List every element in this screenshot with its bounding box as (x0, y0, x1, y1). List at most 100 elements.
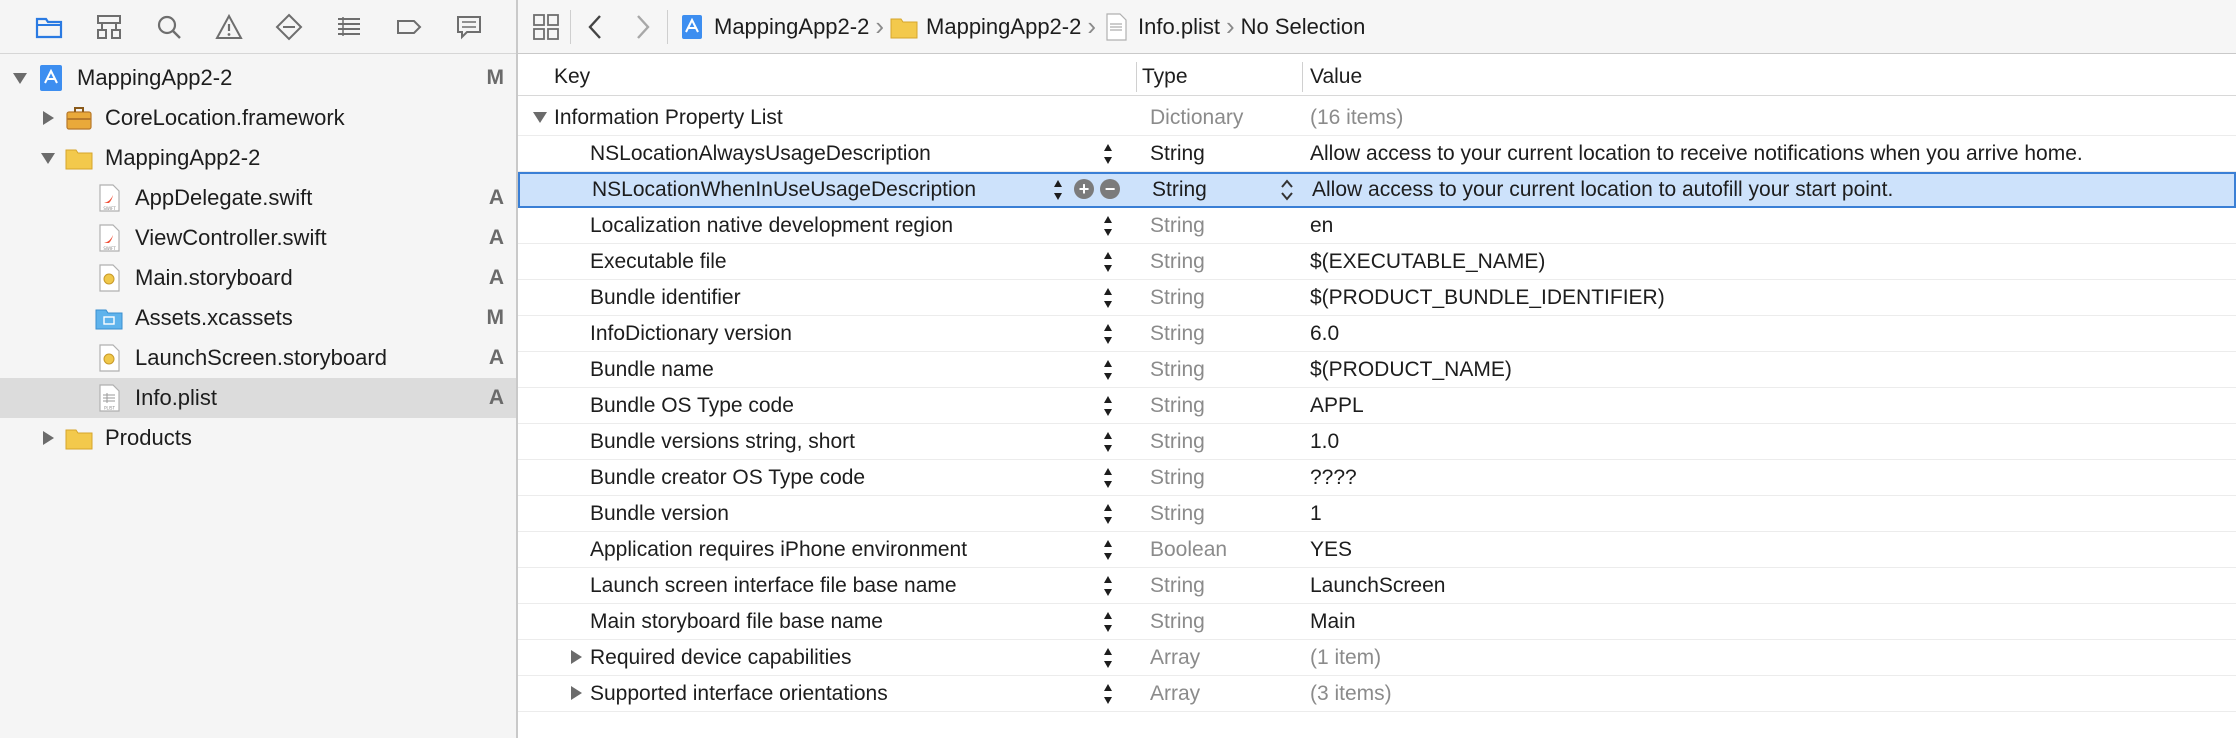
plist-row[interactable]: Bundle creator OS Type code String ???? (518, 460, 2236, 496)
column-divider[interactable] (1302, 62, 1303, 92)
plist-row[interactable]: Localization native development region S… (518, 208, 2236, 244)
plist-type[interactable]: String (1150, 502, 1205, 526)
plist-type[interactable]: String (1150, 394, 1205, 418)
remove-row-icon[interactable]: − (1100, 179, 1120, 199)
plist-value[interactable]: APPL (1310, 394, 1364, 418)
tree-item-group-mappingapp[interactable]: MappingApp2-2 (0, 138, 516, 178)
breakpoint-icon[interactable] (273, 11, 304, 42)
key-stepper-icon[interactable] (1102, 250, 1114, 274)
breadcrumb-group[interactable]: MappingApp2-2 (926, 14, 1081, 40)
plist-type[interactable]: String (1150, 142, 1205, 166)
hierarchy-icon[interactable] (93, 11, 124, 42)
plist-row[interactable]: NSLocationAlwaysUsageDescription String … (518, 136, 2236, 172)
plist-type[interactable]: String (1150, 322, 1205, 346)
plist-key[interactable]: Supported interface orientations (590, 682, 888, 706)
plist-key[interactable]: Executable file (590, 250, 727, 274)
key-stepper-icon[interactable] (1102, 358, 1114, 382)
key-stepper-icon[interactable] (1102, 214, 1114, 238)
key-stepper-icon[interactable] (1102, 682, 1114, 706)
plist-type[interactable]: String (1150, 430, 1205, 454)
plist-row-collapsed[interactable]: Supported interface orientations Array (… (518, 676, 2236, 712)
plist-row[interactable]: Application requires iPhone environment … (518, 532, 2236, 568)
plist-key[interactable]: NSLocationWhenInUseUsageDescription (592, 178, 976, 202)
key-stepper-icon[interactable] (1102, 610, 1114, 634)
breadcrumb-selection[interactable]: No Selection (1241, 14, 1366, 40)
tree-item-viewcontroller[interactable]: SWIFT ViewController.swift A (0, 218, 516, 258)
column-header-value[interactable]: Value (1310, 65, 1362, 89)
key-stepper-icon[interactable] (1102, 430, 1114, 454)
plist-type[interactable]: Boolean (1150, 538, 1227, 562)
key-stepper-icon[interactable] (1052, 178, 1064, 202)
plist-key[interactable]: Bundle identifier (590, 286, 741, 310)
plist-type[interactable]: String (1150, 610, 1205, 634)
plist-row[interactable]: InfoDictionary version String 6.0 (518, 316, 2236, 352)
key-stepper-icon[interactable] (1102, 646, 1114, 670)
plist-key[interactable]: Bundle versions string, short (590, 430, 855, 454)
tree-item-info-plist[interactable]: PLIST Info.plist A (0, 378, 516, 418)
key-stepper-icon[interactable] (1102, 286, 1114, 310)
tree-item-main-storyboard[interactable]: Main.storyboard A (0, 258, 516, 298)
plist-value[interactable]: YES (1310, 538, 1352, 562)
plist-type[interactable]: String (1152, 178, 1207, 202)
plist-key[interactable]: NSLocationAlwaysUsageDescription (590, 142, 931, 166)
plist-type[interactable]: String (1150, 214, 1205, 238)
comment-icon[interactable] (453, 11, 484, 42)
plist-key[interactable]: Bundle creator OS Type code (590, 466, 865, 490)
breadcrumb-project[interactable]: MappingApp2-2 (714, 14, 869, 40)
plist-row[interactable]: Bundle OS Type code String APPL (518, 388, 2236, 424)
plist-row[interactable]: Bundle version String 1 (518, 496, 2236, 532)
column-header-type[interactable]: Type (1142, 65, 1188, 89)
disclosure-closed-icon[interactable] (568, 684, 584, 702)
column-header-key[interactable]: Key (554, 65, 590, 89)
back-arrow-icon[interactable] (581, 10, 609, 44)
plist-row[interactable]: Bundle identifier String $(PRODUCT_BUNDL… (518, 280, 2236, 316)
key-stepper-icon[interactable] (1102, 574, 1114, 598)
plist-value[interactable]: ???? (1310, 466, 1357, 490)
column-divider[interactable] (1136, 62, 1137, 92)
disclosure-closed-icon[interactable] (40, 110, 56, 126)
plist-key[interactable]: Localization native development region (590, 214, 953, 238)
key-stepper-icon[interactable] (1102, 394, 1114, 418)
disclosure-open-icon[interactable] (12, 70, 28, 86)
key-stepper-icon[interactable] (1102, 142, 1114, 166)
plist-value[interactable]: LaunchScreen (1310, 574, 1445, 598)
plist-row-selected[interactable]: NSLocationWhenInUseUsageDescription + − … (518, 172, 2236, 208)
plist-value[interactable]: $(PRODUCT_NAME) (1310, 358, 1512, 382)
tree-item-corelocation-framework[interactable]: CoreLocation.framework (0, 98, 516, 138)
plist-value[interactable]: Allow access to your current location to… (1310, 142, 2083, 166)
plist-key[interactable]: Bundle name (590, 358, 714, 382)
plist-row[interactable]: Bundle versions string, short String 1.0 (518, 424, 2236, 460)
plist-type[interactable]: String (1150, 250, 1205, 274)
plist-value[interactable]: 6.0 (1310, 322, 1339, 346)
warning-icon[interactable] (213, 11, 244, 42)
key-stepper-icon[interactable] (1102, 322, 1114, 346)
plist-type[interactable]: String (1150, 286, 1205, 310)
tree-item-products[interactable]: Products (0, 418, 516, 458)
plist-type[interactable]: Array (1150, 646, 1200, 670)
plist-value[interactable]: 1.0 (1310, 430, 1339, 454)
tree-item-launchscreen[interactable]: LaunchScreen.storyboard A (0, 338, 516, 378)
plist-type[interactable]: Array (1150, 682, 1200, 706)
plist-type[interactable]: String (1150, 466, 1205, 490)
plist-value[interactable]: Allow access to your current location to… (1312, 178, 1893, 202)
plist-key[interactable]: Bundle OS Type code (590, 394, 794, 418)
tree-item-appdelegate[interactable]: SWIFT AppDelegate.swift A (0, 178, 516, 218)
key-stepper-icon[interactable] (1102, 466, 1114, 490)
plist-type[interactable]: String (1150, 358, 1205, 382)
disclosure-closed-icon[interactable] (40, 430, 56, 446)
type-popup-chevron-icon[interactable] (1280, 177, 1294, 203)
key-stepper-icon[interactable] (1102, 538, 1114, 562)
plist-value[interactable]: en (1310, 214, 1333, 238)
disclosure-open-icon[interactable] (532, 108, 548, 126)
list-icon[interactable] (333, 11, 364, 42)
plist-value[interactable]: $(EXECUTABLE_NAME) (1310, 250, 1545, 274)
disclosure-open-icon[interactable] (40, 150, 56, 166)
tree-item-assets[interactable]: Assets.xcassets M (0, 298, 516, 338)
plist-type[interactable]: String (1150, 574, 1205, 598)
related-items-grid-icon[interactable] (532, 13, 560, 41)
plist-row[interactable]: Main storyboard file base name String Ma… (518, 604, 2236, 640)
plist-key[interactable]: Main storyboard file base name (590, 610, 883, 634)
plist-row-root[interactable]: Information Property List Dictionary (16… (518, 100, 2236, 136)
disclosure-closed-icon[interactable] (568, 648, 584, 666)
plist-value[interactable]: $(PRODUCT_BUNDLE_IDENTIFIER) (1310, 286, 1665, 310)
